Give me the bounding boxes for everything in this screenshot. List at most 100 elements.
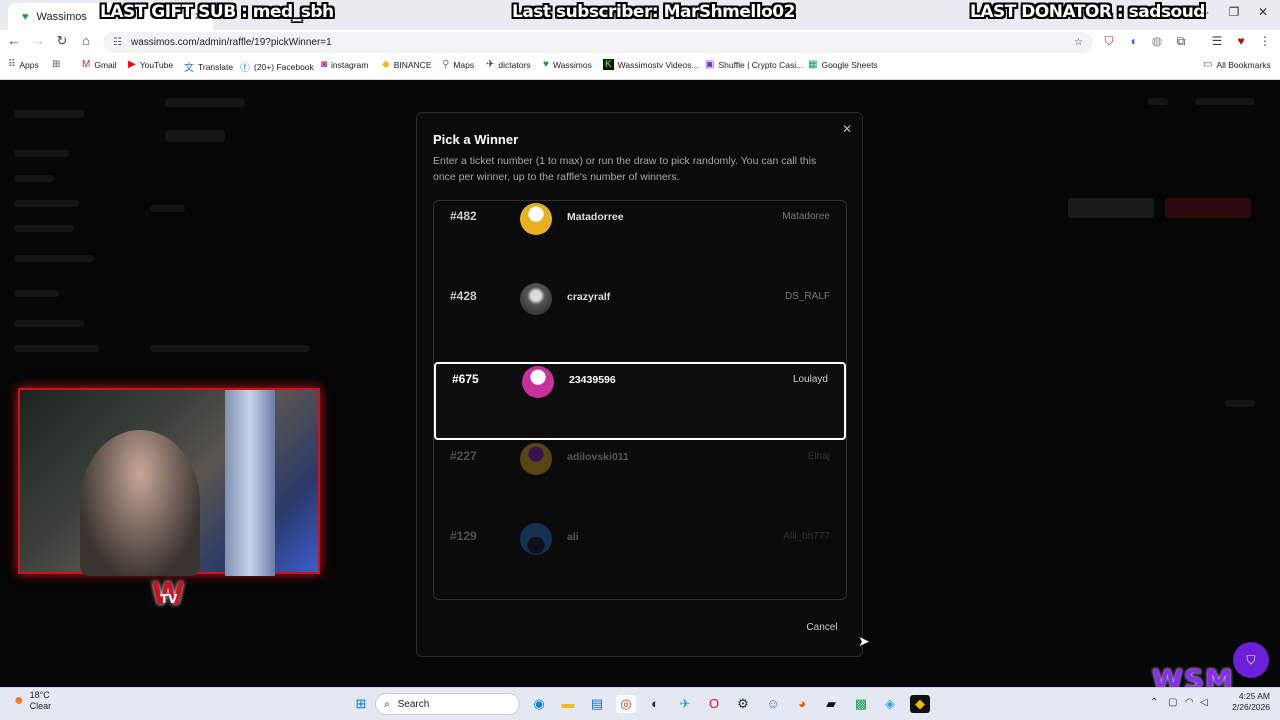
all-bookmarks[interactable]: ▭ All Bookmarks	[1203, 59, 1271, 70]
tray-chevron-icon[interactable]: ⌃	[1150, 697, 1158, 708]
grid-icon: ⊞	[52, 59, 61, 70]
youtube-icon: ▶	[128, 59, 136, 70]
bookmark-wassimostv-videos[interactable]: K Wassimostv Videos...	[603, 59, 698, 70]
tab-title: Wassimos	[36, 10, 87, 23]
chrome-icon[interactable]: ◎	[616, 695, 636, 713]
entry-row[interactable]: #428 crazyralf DS_RALF	[434, 281, 846, 361]
ticket-number: #428	[450, 289, 477, 303]
search-placeholder: Search	[397, 698, 430, 710]
steam-icon[interactable]: ⚙	[733, 695, 753, 713]
overlay-last-subscriber: Last subscriber: MarShmello02	[512, 2, 795, 22]
profile-avatar-icon[interactable]: ♥	[1233, 34, 1249, 48]
bookmark-instagram[interactable]: ◙ instagram	[321, 59, 368, 70]
forward-icon[interactable]: →	[29, 33, 47, 48]
tray-app-icon[interactable]: ▢	[1168, 697, 1177, 708]
extension-globe-icon[interactable]: ◍	[1149, 34, 1165, 48]
entry-row-selected[interactable]: #675 23439596 Loulayd	[434, 362, 846, 440]
edge-icon[interactable]: ◉	[529, 695, 549, 713]
back-icon[interactable]: ←	[5, 33, 23, 48]
entry-row[interactable]: #129 ali Alli_bh777	[434, 521, 846, 599]
bookmark-translate[interactable]: 文 Translate	[184, 59, 233, 75]
bookmark-maps[interactable]: ⚲ Maps	[442, 59, 474, 70]
capcut-icon[interactable]: ▰	[821, 695, 841, 713]
cancel-button[interactable]: Cancel	[798, 618, 846, 638]
folder-icon: ▭	[1203, 59, 1213, 70]
file-explorer-icon[interactable]: ▬	[558, 695, 578, 713]
obs-icon[interactable]: ◐	[645, 695, 665, 713]
sheets-icon: ▦	[808, 59, 818, 70]
bookmark-binance[interactable]: ◆ BINANCE	[382, 59, 432, 70]
entry-alt-name: Loulayd	[792, 374, 828, 385]
entry-username: Matadorree	[567, 211, 624, 223]
bookmark-wassimos[interactable]: ♥ Wassimos	[543, 59, 592, 70]
extension-audio-icon[interactable]: ◖	[1125, 34, 1141, 48]
ticket-number: #482	[450, 209, 477, 223]
entry-alt-name: DS_RALF	[784, 291, 830, 302]
app-green-icon[interactable]: ▩	[851, 695, 871, 713]
taskbar-search[interactable]: ⌕ Search	[375, 693, 520, 715]
extension-shield-icon[interactable]: ⛉	[1101, 34, 1117, 49]
minimize-icon[interactable]: –	[1195, 5, 1215, 19]
weather-widget[interactable]: ● 18°C Clear	[14, 690, 51, 712]
bookmark-dictators[interactable]: ✈ dictators	[486, 59, 531, 70]
bookmark-apps[interactable]: ⠿ Apps	[8, 59, 39, 70]
avatar	[520, 443, 552, 475]
weather-moon-icon: ●	[14, 692, 24, 709]
bookmark-shuffle[interactable]: ▣ Shuffle | Crypto Casi...	[705, 59, 803, 70]
avatar	[522, 366, 554, 398]
apps-grid-icon: ⠿	[8, 59, 16, 70]
taskbar-clock[interactable]: 4:25 AM 2/26/2026	[1226, 691, 1270, 713]
bookmark-youtube[interactable]: ▶ YouTube	[128, 59, 173, 70]
modal-title: Pick a Winner	[433, 132, 519, 147]
chrome-menu-icon[interactable]: ⋮	[1257, 34, 1273, 48]
bookmark-star-icon[interactable]: ☆	[1074, 37, 1083, 48]
entry-username: ali	[567, 531, 579, 543]
ticket-number: #227	[450, 449, 477, 463]
binance-app-icon[interactable]: ◆	[910, 695, 930, 713]
entry-username: crazyralf	[567, 291, 611, 303]
close-icon[interactable]: ✕	[840, 122, 854, 136]
ticket-number: #675	[452, 372, 479, 386]
firefox-icon[interactable]: ◕	[792, 695, 812, 713]
avatar	[520, 283, 552, 315]
discord-icon[interactable]: ☺	[763, 695, 783, 713]
avatar	[520, 203, 552, 235]
overlay-last-gift-sub: LAST GIFT SUB : med_sbh	[100, 2, 334, 22]
bookmark-google-sheets[interactable]: ▦ Google Sheets	[808, 59, 878, 70]
url-text: wassimos.com/admin/raffle/19?pickWinner=…	[130, 37, 332, 48]
home-icon[interactable]: ⌂	[77, 33, 95, 48]
entry-row[interactable]: #482 Matadorree Matadoree	[434, 201, 846, 281]
kick-icon: K	[603, 59, 614, 70]
wifi-icon[interactable]: ◠	[1185, 697, 1194, 708]
volume-icon[interactable]: ◁	[1200, 697, 1208, 708]
address-bar[interactable]: ☷ wassimos.com/admin/raffle/19?pickWinne…	[103, 32, 1093, 53]
mouse-cursor-icon: ➤	[858, 633, 870, 649]
telegram-icon[interactable]: ✈	[675, 695, 695, 713]
wassimos-icon: ♥	[543, 59, 549, 70]
bookmark-grid[interactable]: ⊞	[52, 59, 60, 70]
reading-list-icon[interactable]: ☰	[1209, 34, 1225, 48]
opera-icon[interactable]: O	[704, 695, 724, 713]
app-blue-icon[interactable]: ◈	[880, 695, 900, 713]
extensions-puzzle-icon[interactable]: ⧉	[1173, 34, 1189, 49]
bookmark-facebook[interactable]: ⓕ (20+) Facebook	[240, 59, 314, 75]
entry-username: adilovski011	[567, 451, 629, 463]
maps-icon: ⚲	[442, 59, 450, 70]
entry-row[interactable]: #227 adilovski011 Elhaj	[434, 441, 846, 521]
overlay-last-donator: LAST DONATOR : sadsoud	[970, 2, 1205, 22]
entry-alt-name: Elhaj	[807, 451, 830, 462]
store-icon[interactable]: ▤	[587, 695, 607, 713]
maximize-icon[interactable]: ❐	[1224, 5, 1244, 19]
shuffle-icon: ▣	[705, 59, 715, 70]
raffle-entries-list[interactable]: #482 Matadorree Matadoree #428 crazyralf…	[433, 200, 847, 600]
windows-start-icon[interactable]: ⊞	[351, 695, 371, 713]
reload-icon[interactable]: ↻	[53, 33, 71, 49]
gmail-icon: M	[82, 59, 91, 70]
bookmark-gmail[interactable]: M Gmail	[82, 59, 117, 70]
avatar	[520, 523, 552, 555]
windows-taskbar	[0, 687, 1280, 720]
site-info-icon[interactable]: ☷	[113, 37, 122, 48]
clock-time: 4:25 AM	[1238, 691, 1270, 701]
translate-icon: 文	[184, 63, 194, 74]
window-close-icon[interactable]: ✕	[1253, 5, 1273, 19]
